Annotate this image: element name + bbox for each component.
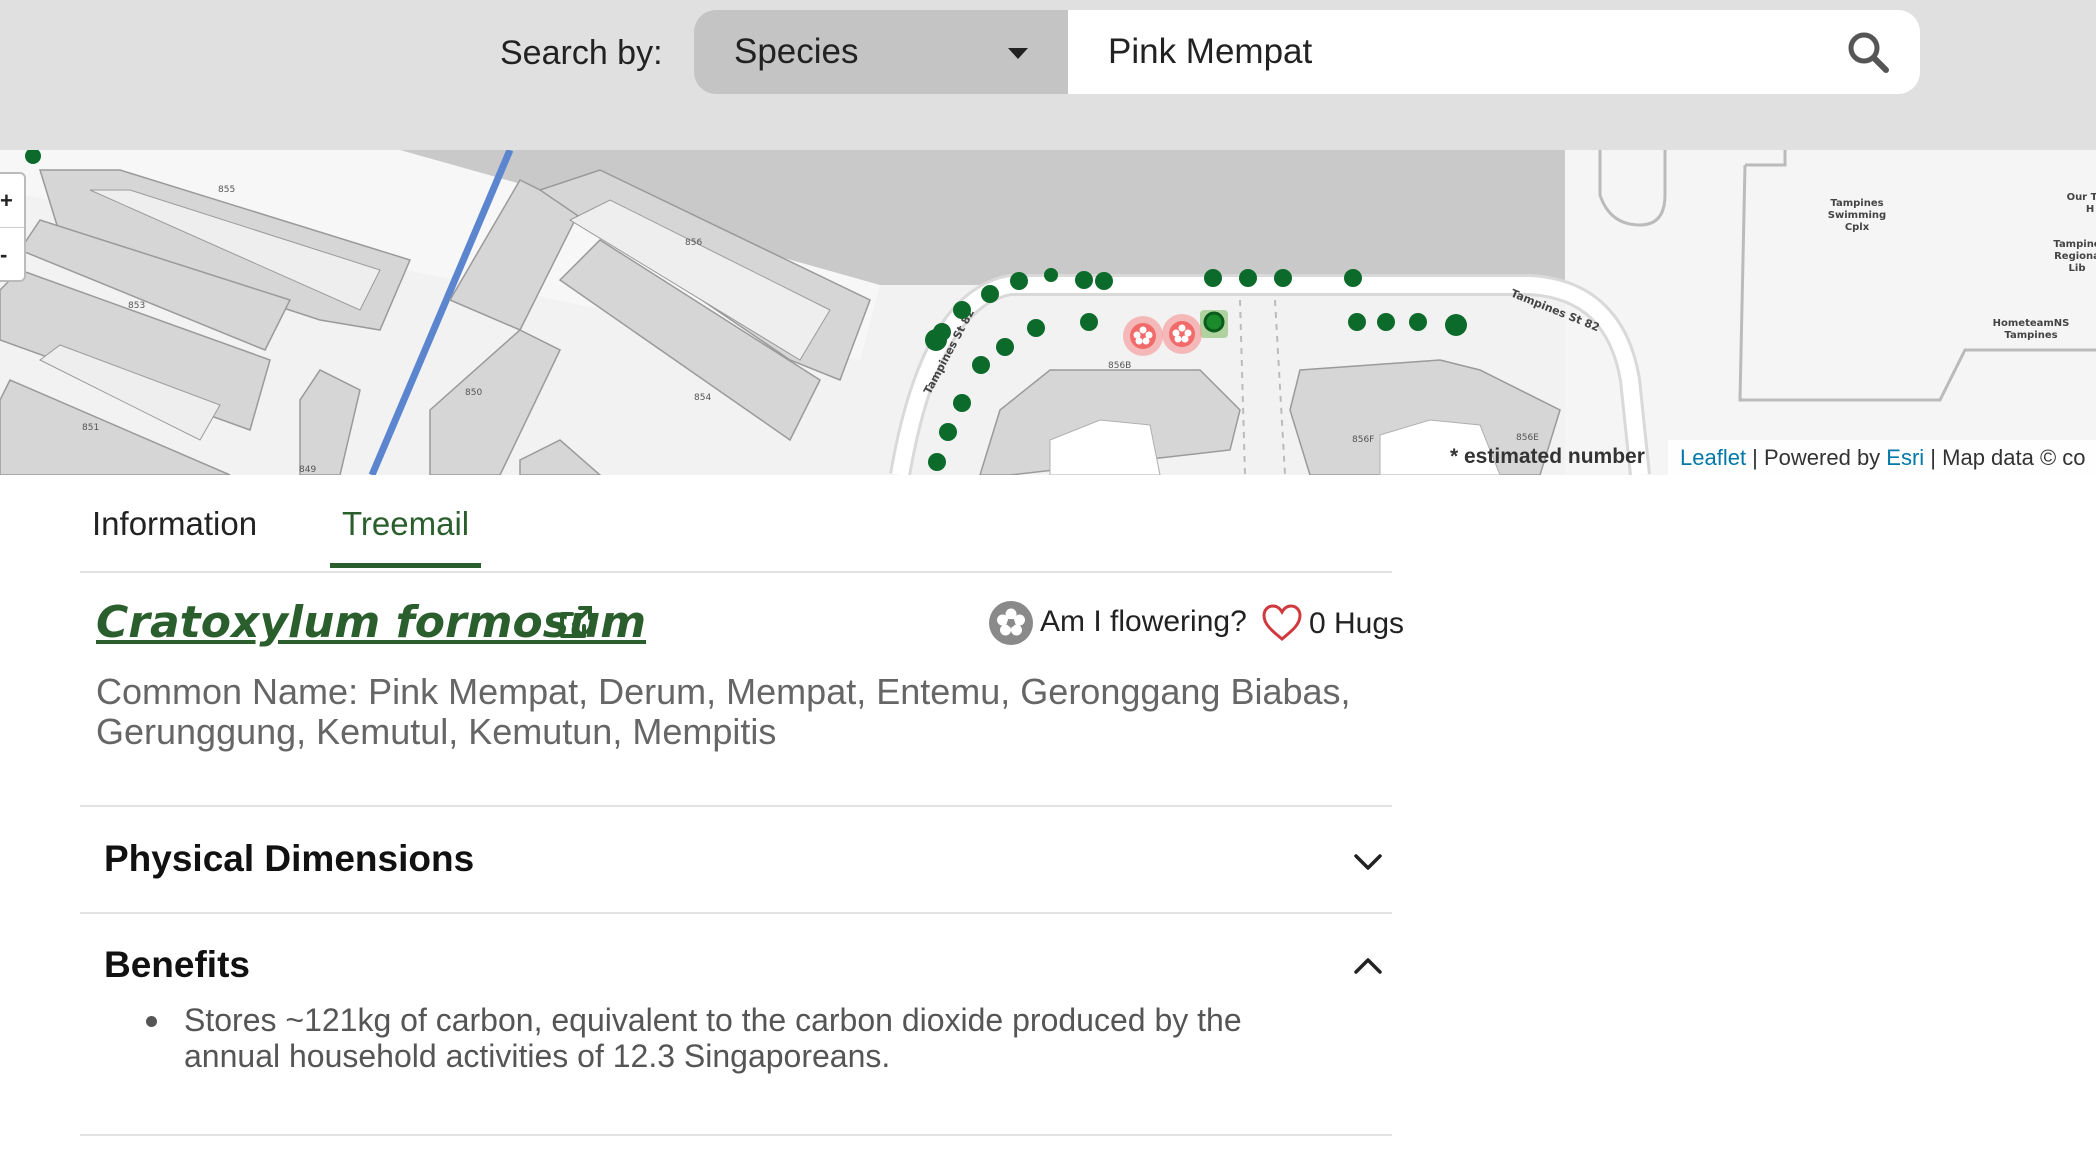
map-attribution: Leaflet | Powered by Esri | Map data © c…: [1668, 440, 2096, 475]
tab-information[interactable]: Information: [80, 505, 269, 543]
block-label: 856: [685, 238, 702, 248]
flower-icon[interactable]: [988, 600, 1034, 646]
block-label: 849: [299, 465, 316, 475]
search-icon[interactable]: [1846, 30, 1890, 74]
divider: [80, 1134, 1392, 1136]
poi-label: Regiona: [2054, 251, 2096, 262]
search-mode-value: Species: [734, 32, 859, 71]
leaflet-link[interactable]: Leaflet: [1680, 445, 1746, 470]
external-link-icon[interactable]: [556, 602, 596, 642]
chevron-down-icon[interactable]: [1352, 852, 1384, 872]
search-mode-select[interactable]: Species: [694, 10, 1068, 94]
estimated-number-note: * estimated number: [1450, 445, 1645, 468]
tab-treemail[interactable]: Treemail: [330, 505, 481, 543]
heart-icon[interactable]: [1261, 603, 1303, 643]
map-zoom-control: + -: [0, 172, 26, 282]
block-label: 854: [694, 393, 711, 403]
hugs-count[interactable]: 0 Hugs: [1309, 607, 1404, 641]
divider: [80, 912, 1392, 914]
map-canvas[interactable]: 855 856 853 850 854 851 849 856B 856F 85…: [0, 150, 2096, 475]
poi-label: Cplx: [1845, 222, 1870, 233]
flowering-label[interactable]: Am I flowering?: [1040, 605, 1247, 639]
search-input-value: Pink Mempat: [1108, 32, 1313, 71]
block-label: 855: [218, 185, 235, 195]
block-label: 851: [82, 423, 99, 433]
benefit-text: Stores ~121kg of carbon, equivalent to t…: [184, 1002, 1242, 1074]
search-by-label: Search by:: [500, 34, 663, 72]
detail-tabs: Information Treemail: [80, 475, 1392, 573]
block-label: 856B: [1108, 361, 1131, 371]
block-label: 856E: [1516, 433, 1539, 443]
benefits-list: Stores ~121kg of carbon, equivalent to t…: [146, 1002, 1346, 1074]
poi-label: Tampine: [2053, 239, 2096, 250]
poi-label: Our T: [2067, 192, 2096, 203]
block-label: 853: [128, 301, 145, 311]
benefits-header[interactable]: Benefits: [104, 944, 250, 986]
search-bar: Search by: Species Pink Mempat: [0, 0, 2096, 150]
active-tab-indicator: [330, 563, 481, 568]
block-label: 856F: [1352, 435, 1374, 445]
attribution-text: | Powered by: [1746, 445, 1887, 470]
block-label: 850: [465, 388, 482, 398]
poi-label: H: [2086, 204, 2094, 215]
list-item: Stores ~121kg of carbon, equivalent to t…: [146, 1002, 1346, 1074]
poi-label: Tampines: [1830, 198, 1883, 209]
physical-dimensions-header[interactable]: Physical Dimensions: [104, 838, 474, 880]
chevron-down-icon: [1008, 48, 1028, 59]
selected-tree-marker[interactable]: [1203, 311, 1225, 333]
attribution-text: | Map data © co: [1924, 445, 2086, 470]
zoom-out-button[interactable]: -: [0, 227, 24, 281]
tree-map[interactable]: 855 856 853 850 854 851 849 856B 856F 85…: [0, 150, 2096, 475]
poi-label: Lib: [2069, 263, 2086, 274]
bullet-icon: [146, 1016, 157, 1027]
zoom-in-button[interactable]: +: [0, 174, 24, 227]
search-input[interactable]: Pink Mempat: [1068, 10, 1920, 94]
poi-label: Tampines: [2004, 330, 2057, 341]
chevron-up-icon[interactable]: [1352, 956, 1384, 976]
common-name-text: Common Name: Pink Mempat, Derum, Mempat,…: [96, 671, 1351, 752]
esri-link[interactable]: Esri: [1886, 445, 1924, 470]
flowering-markers[interactable]: [1123, 314, 1202, 356]
divider: [80, 805, 1392, 807]
poi-label: Swimming: [1828, 210, 1886, 221]
poi-label: HometeamNS: [1993, 318, 2070, 329]
